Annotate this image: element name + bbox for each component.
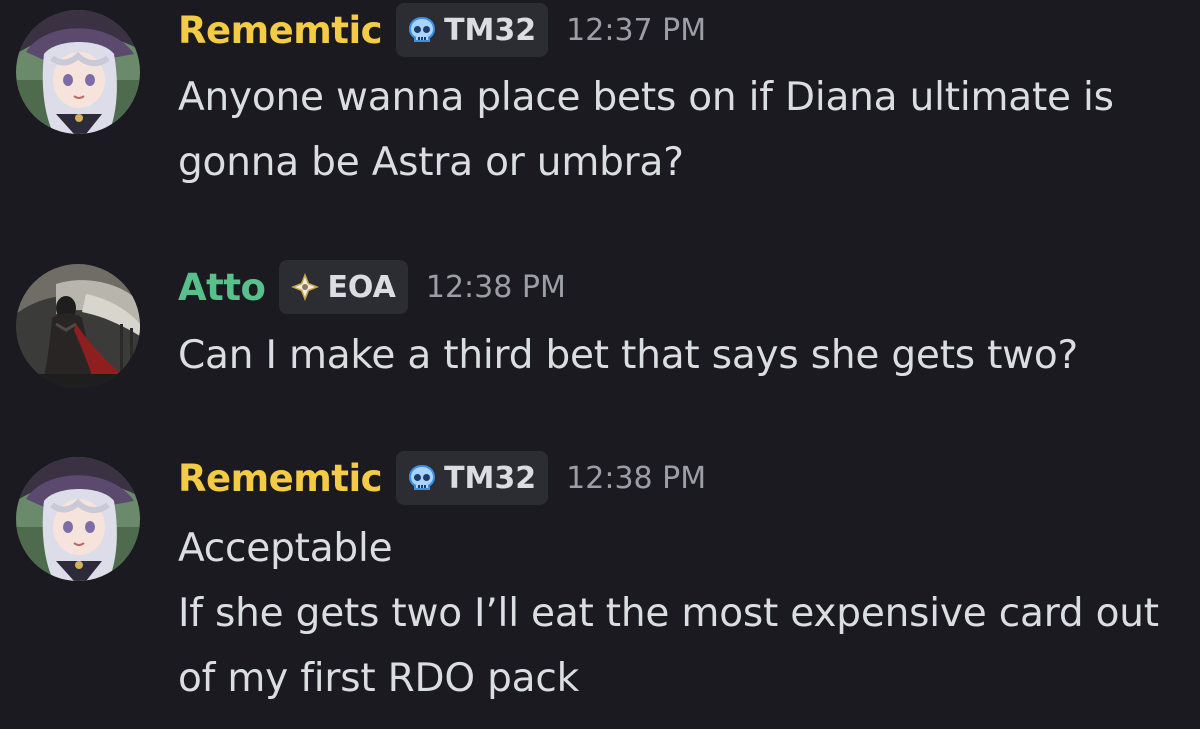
diamond-star-icon <box>289 271 321 303</box>
message-line: Anyone wanna place bets on if Diana ulti… <box>178 75 1114 185</box>
avatar-atto[interactable] <box>16 264 140 388</box>
avatar-image <box>16 457 140 581</box>
skull-icon <box>406 462 438 494</box>
timestamp[interactable]: 12:37 PM <box>566 13 706 48</box>
timestamp[interactable]: 12:38 PM <box>426 270 566 305</box>
server-tag-label: TM32 <box>444 460 537 496</box>
server-tag[interactable]: EOA <box>279 260 408 314</box>
message-line: If she gets two I’ll eat the most expens… <box>178 591 1159 701</box>
message-header: Rememtic TM32 12:37 PM <box>178 0 706 60</box>
server-tag-label: EOA <box>327 269 396 305</box>
message-line: Can I make a third bet that says she get… <box>178 333 1079 378</box>
server-tag[interactable]: TM32 <box>396 451 549 505</box>
chat-message-list: Rememtic TM32 12:37 PM Anyone wanna plac… <box>0 0 1200 729</box>
username[interactable]: Atto <box>178 266 266 309</box>
message-text: Can I make a third bet that says she get… <box>178 323 1193 388</box>
avatar-image <box>16 10 140 134</box>
message-text: Acceptable If she gets two I’ll eat the … <box>178 516 1193 711</box>
skull-icon <box>406 14 438 46</box>
username[interactable]: Rememtic <box>178 9 383 52</box>
username[interactable]: Rememtic <box>178 457 383 500</box>
message-header: Rememtic TM32 12:38 PM <box>178 448 706 508</box>
message-line: Acceptable <box>178 526 393 571</box>
avatar-rememtic[interactable] <box>16 10 140 134</box>
avatar-rememtic[interactable] <box>16 457 140 581</box>
server-tag-label: TM32 <box>444 12 537 48</box>
message-text: Anyone wanna place bets on if Diana ulti… <box>178 65 1193 195</box>
message-header: Atto EOA 12:38 PM <box>178 257 566 317</box>
avatar-image <box>16 264 140 388</box>
server-tag[interactable]: TM32 <box>396 3 549 57</box>
timestamp[interactable]: 12:38 PM <box>566 461 706 496</box>
